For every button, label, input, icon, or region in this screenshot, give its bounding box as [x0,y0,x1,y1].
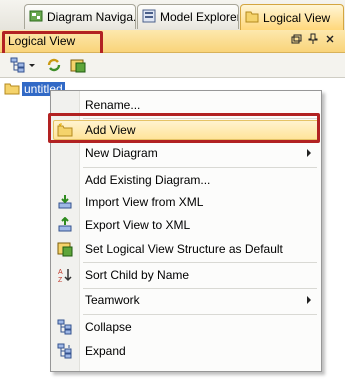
menu-item-label: Teamwork [85,293,140,307]
menu-item-export-view-xml[interactable]: Export View to XML [51,214,321,236]
tab-label: Diagram Naviga... [47,10,136,24]
menu-separator [83,167,317,168]
menu-separator [83,314,317,315]
menu-item-label: Import View from XML [85,195,204,209]
menu-item-add-existing-diagram[interactable]: Add Existing Diagram... [51,169,321,191]
svg-text:Z: Z [58,277,63,283]
structure-default-icon [57,241,73,257]
export-icon [57,216,73,233]
tab-logical-view[interactable]: Logical View [240,4,344,30]
folder-icon [4,81,20,98]
menu-item-teamwork[interactable]: Teamwork [51,289,321,311]
structure-icon[interactable] [10,57,26,73]
menu-item-label: New Diagram [85,146,158,160]
close-icon[interactable] [323,33,337,47]
refresh-icon[interactable] [46,57,62,73]
submenu-arrow-icon [307,149,311,157]
menu-item-new-diagram[interactable]: New Diagram [51,142,321,164]
menu-item-collapse[interactable]: Collapse [51,316,321,338]
menu-item-label: Collapse [85,320,132,334]
menu-item-label: Add Existing Diagram... [85,173,211,187]
add-view-highlight [48,113,320,143]
tab-label: Model Explorer [160,10,239,24]
menu-item-import-view-xml[interactable]: Import View from XML [51,191,321,213]
menu-item-expand[interactable]: Expand [51,340,321,362]
menu-separator [83,262,317,263]
tab-strip: Diagram Naviga... Model Explorer Logical… [0,0,345,31]
model-explorer-icon [142,9,156,23]
dropdown-icon[interactable] [28,57,36,73]
menu-item-label: Export View to XML [85,218,191,232]
tab-label: Logical View [263,10,331,25]
new-view-icon[interactable] [70,57,86,73]
menu-item-label: Sort Child by Name [85,268,190,282]
menu-item-label: Rename... [85,98,141,112]
restore-icon[interactable] [289,33,303,47]
panel-toolbar [0,53,345,78]
menu-item-label: Set Logical View Structure as Default [85,242,283,256]
submenu-arrow-icon [307,296,311,304]
tab-diagram-navigator[interactable]: Diagram Naviga... [24,4,136,29]
import-icon [57,194,73,210]
pin-icon[interactable] [306,33,320,47]
diagram-navigator-icon [29,9,43,23]
collapse-icon [57,319,73,335]
menu-item-label: Expand [85,344,126,358]
svg-text:A: A [58,269,63,276]
menu-item-set-structure-default[interactable]: Set Logical View Structure as Default [51,238,321,260]
sort-icon: AZ [57,267,73,284]
expand-icon [57,343,73,359]
folder-icon [245,9,259,23]
tab-model-explorer[interactable]: Model Explorer [137,4,239,29]
menu-item-sort-child[interactable]: AZ Sort Child by Name [51,264,321,286]
